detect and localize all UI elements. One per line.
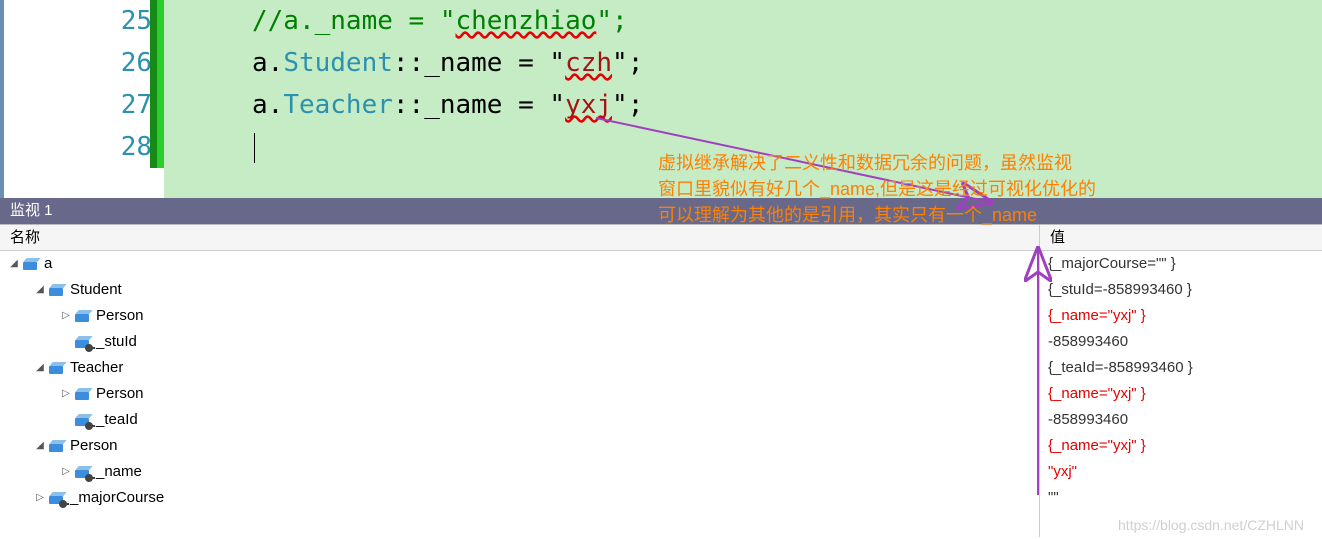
- watch-name-row[interactable]: _stuId: [0, 329, 1039, 355]
- empty-row[interactable]: [0, 511, 1039, 537]
- object-icon: [22, 256, 38, 272]
- expand-icon[interactable]: ◢: [8, 251, 20, 277]
- expand-icon[interactable]: ▷: [60, 459, 72, 485]
- watch-value-row[interactable]: {_name="yxj" }: [1040, 381, 1322, 407]
- annotation-text: 虚拟继承解决了二义性和数据冗余的问题，虽然监视 窗口里貌似有好几个_name,但…: [658, 150, 1096, 228]
- object-icon: [48, 282, 64, 298]
- text-caret: [254, 133, 255, 163]
- watch-name-row[interactable]: ▷ Person: [0, 381, 1039, 407]
- watch-value-row[interactable]: "": [1040, 485, 1322, 511]
- watch-label: _name: [96, 459, 142, 485]
- line-number: 27: [121, 90, 152, 120]
- watch-label: Teacher: [70, 355, 123, 381]
- expand-icon[interactable]: ◢: [34, 433, 46, 459]
- watch-value-row[interactable]: {_teaId=-858993460 }: [1040, 355, 1322, 381]
- watch-value-row[interactable]: "yxj": [1040, 459, 1322, 485]
- object-icon: [74, 386, 90, 402]
- object-icon: [48, 438, 64, 454]
- watch-name-row[interactable]: ◢ Student: [0, 277, 1039, 303]
- expand-icon[interactable]: ▷: [34, 485, 46, 511]
- object-icon: [48, 360, 64, 376]
- watch-value-row[interactable]: -858993460: [1040, 329, 1322, 355]
- watch-value-row[interactable]: -858993460: [1040, 407, 1322, 433]
- watermark: https://blog.csdn.net/CZHLNN: [1118, 517, 1304, 533]
- line-gutter: 25 26 27 28: [4, 0, 164, 198]
- watch-name-row[interactable]: ▷ _name: [0, 459, 1039, 485]
- watch-label: _stuId: [96, 329, 137, 355]
- expand-icon[interactable]: ▷: [60, 381, 72, 407]
- name-header[interactable]: 名称: [0, 225, 1039, 251]
- watch-label: _majorCourse: [70, 485, 164, 511]
- expand-icon[interactable]: ◢: [34, 355, 46, 381]
- watch-name-row[interactable]: ◢ Teacher: [0, 355, 1039, 381]
- watch-name-row[interactable]: ◢a: [0, 251, 1039, 277]
- watch-label: _teaId: [96, 407, 138, 433]
- watch-label: Person: [96, 303, 144, 329]
- line-number: 26: [121, 48, 152, 78]
- field-icon: [48, 490, 64, 506]
- watch-panel[interactable]: 名称 ◢a◢Student▷Person_stuId◢Teacher▷Perso…: [0, 224, 1322, 537]
- watch-label: Student: [70, 277, 122, 303]
- watch-label: a: [44, 251, 52, 277]
- watch-value-row[interactable]: {_majorCourse="" }: [1040, 251, 1322, 277]
- watch-name-row[interactable]: ▷ Person: [0, 303, 1039, 329]
- watch-value-row[interactable]: {_name="yxj" }: [1040, 303, 1322, 329]
- line-number: 28: [121, 132, 152, 162]
- watch-name-row[interactable]: _teaId: [0, 407, 1039, 433]
- watch-value-row[interactable]: {_stuId=-858993460 }: [1040, 277, 1322, 303]
- value-header[interactable]: 值: [1040, 225, 1322, 251]
- watch-label: Person: [70, 433, 118, 459]
- field-icon: [74, 412, 90, 428]
- expand-icon[interactable]: ◢: [34, 277, 46, 303]
- watch-name-row[interactable]: ◢ Person: [0, 433, 1039, 459]
- watch-label: Person: [96, 381, 144, 407]
- watch-name-row[interactable]: ▷ _majorCourse: [0, 485, 1039, 511]
- line-number: 25: [121, 6, 152, 36]
- field-icon: [74, 334, 90, 350]
- object-icon: [74, 308, 90, 324]
- watch-value-row[interactable]: {_name="yxj" }: [1040, 433, 1322, 459]
- expand-icon[interactable]: ▷: [60, 303, 72, 329]
- comment: //a._name = "chenzhiao";: [252, 6, 628, 36]
- field-icon: [74, 464, 90, 480]
